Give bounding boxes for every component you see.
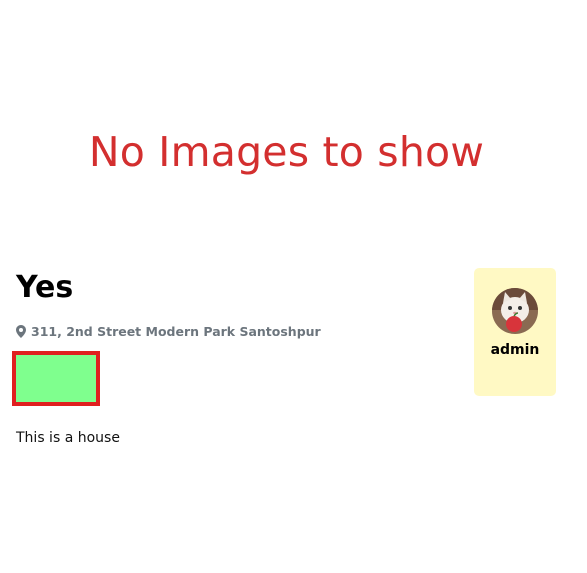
owner-username[interactable]: admin [474, 342, 556, 358]
listing-address: 311, 2nd Street Modern Park Santoshpur [16, 324, 321, 339]
owner-card[interactable]: admin [474, 268, 556, 396]
avatar[interactable] [492, 288, 538, 334]
listing-title: Yes [16, 270, 74, 305]
listing-description: This is a house [16, 430, 120, 446]
address-text: 311, 2nd Street Modern Park Santoshpur [31, 324, 321, 339]
listing-tag-swatch [12, 351, 100, 406]
map-pin-icon [16, 325, 26, 338]
listing-page: No Images to show Yes 311, 2nd Street Mo… [0, 0, 587, 573]
no-images-message: No Images to show [88, 128, 485, 176]
